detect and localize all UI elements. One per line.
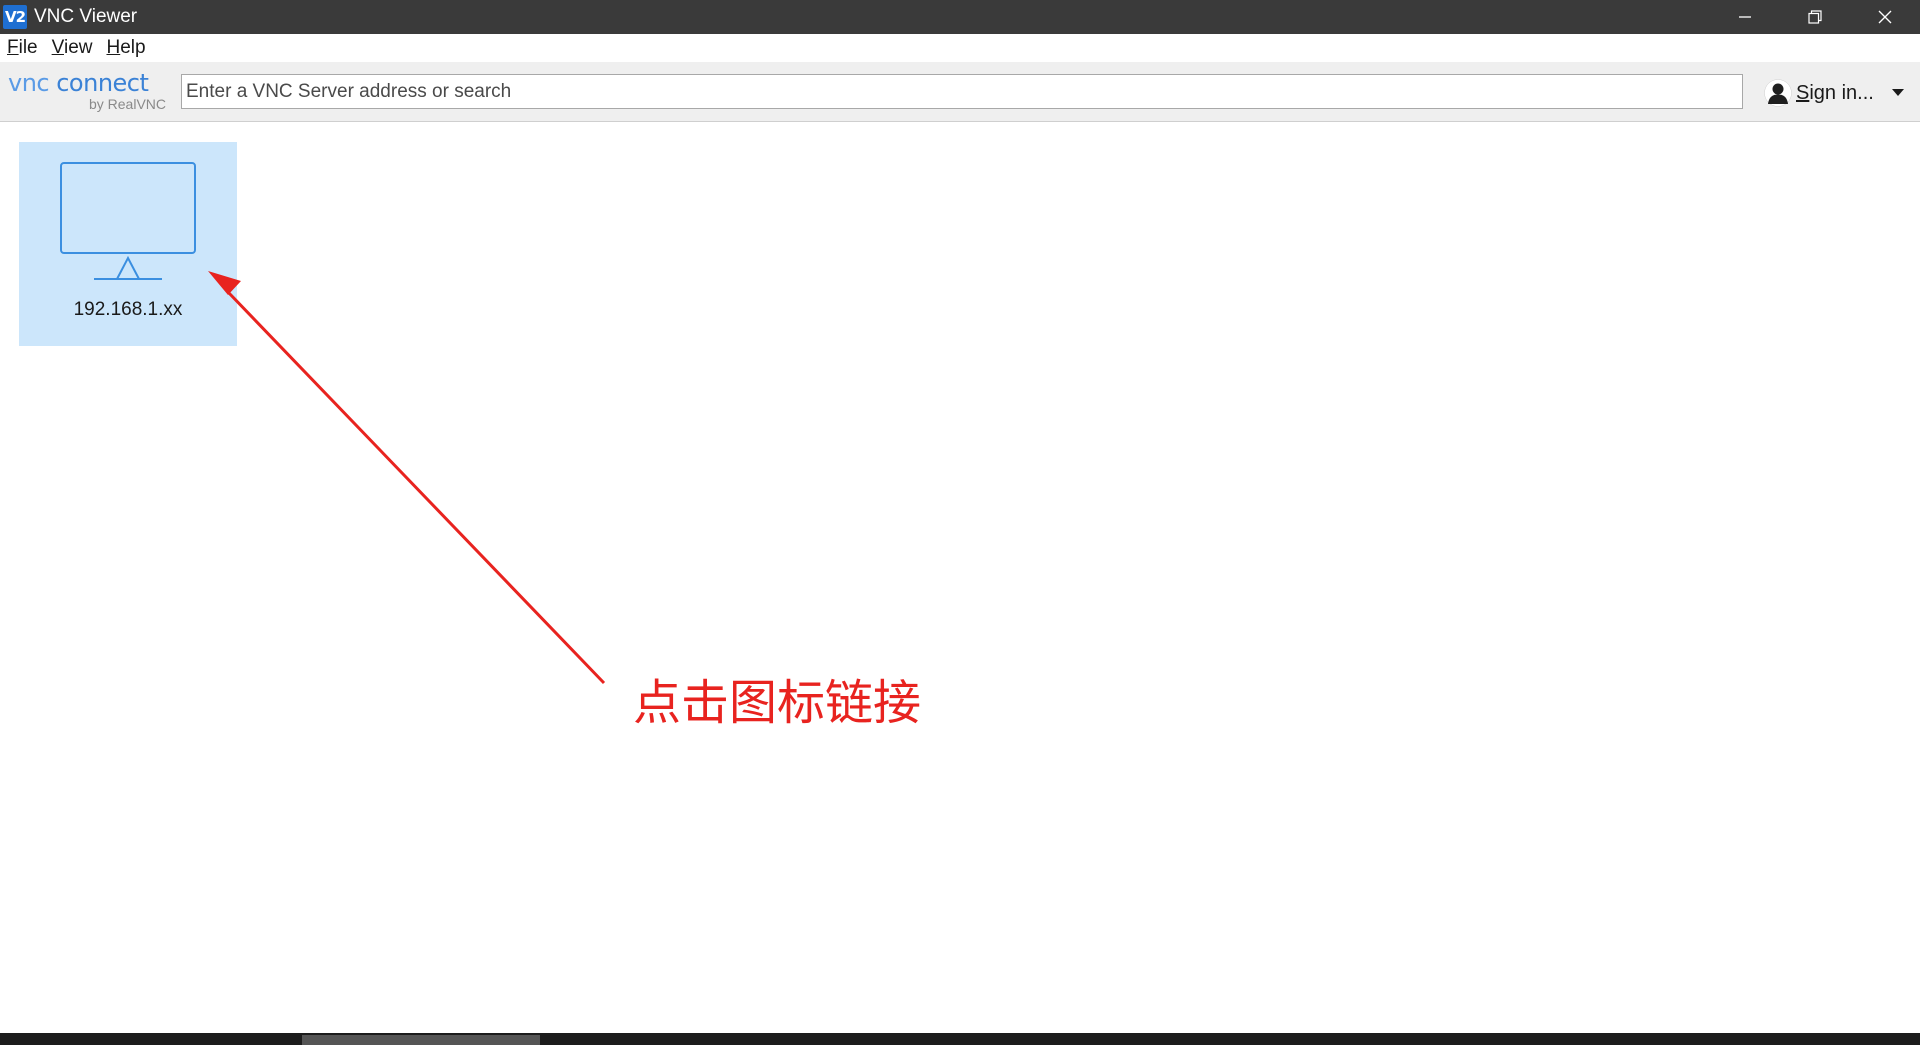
window-controls [1710,0,1920,34]
logo-connect-text: connect [49,69,149,97]
menu-help-label: elp [120,37,146,58]
menu-help[interactable]: Help [106,37,145,59]
bottom-bar [0,1033,1920,1045]
restore-icon [1808,10,1822,24]
minimize-icon [1739,16,1751,18]
minimize-button[interactable] [1710,0,1780,34]
menu-view[interactable]: View [52,37,93,59]
computer-label: 192.168.1.xx [73,299,183,320]
sign-in-mnemonic: S [1796,81,1810,104]
server-address-search-input[interactable] [181,74,1743,109]
monitor-icon [60,162,196,280]
annotation-text: 点击图标链接 [633,675,922,731]
menu-file[interactable]: File [7,37,38,59]
logo-wordmark: vnc connect [8,71,168,95]
logo-vnc-text: vnc [8,69,50,97]
toolbar: vnc connect by RealVNC Sign in... [0,62,1920,122]
close-button[interactable] [1850,0,1920,34]
menu-file-mnemonic: F [7,37,19,58]
address-book-area: 192.168.1.xx [0,123,1920,1033]
chevron-down-icon [1891,89,1904,96]
sign-in-label: Sign in... [1796,82,1874,105]
menu-file-label: ile [18,37,38,58]
menu-view-label: iew [63,37,93,58]
menu-help-mnemonic: H [106,37,121,58]
restore-button[interactable] [1780,0,1850,34]
menu-bar: File View Help [0,34,1920,62]
window-title: VNC Viewer [34,6,138,27]
title-bar: V2 VNC Viewer [0,0,1920,34]
vnc-app-icon: V2 [3,5,27,29]
logo-byline: by RealVNC [88,96,166,112]
menu-view-mnemonic: V [51,37,64,58]
computer-tile-192-168-1-xx[interactable]: 192.168.1.xx [19,142,237,346]
user-avatar-icon [1764,79,1792,107]
horizontal-scrollbar-thumb[interactable] [302,1035,540,1045]
vnc-connect-logo: vnc connect by RealVNC [8,71,168,115]
close-icon [1878,10,1892,24]
sign-in-text: ign in... [1809,81,1874,104]
sign-in-button[interactable]: Sign in... [1764,76,1904,110]
